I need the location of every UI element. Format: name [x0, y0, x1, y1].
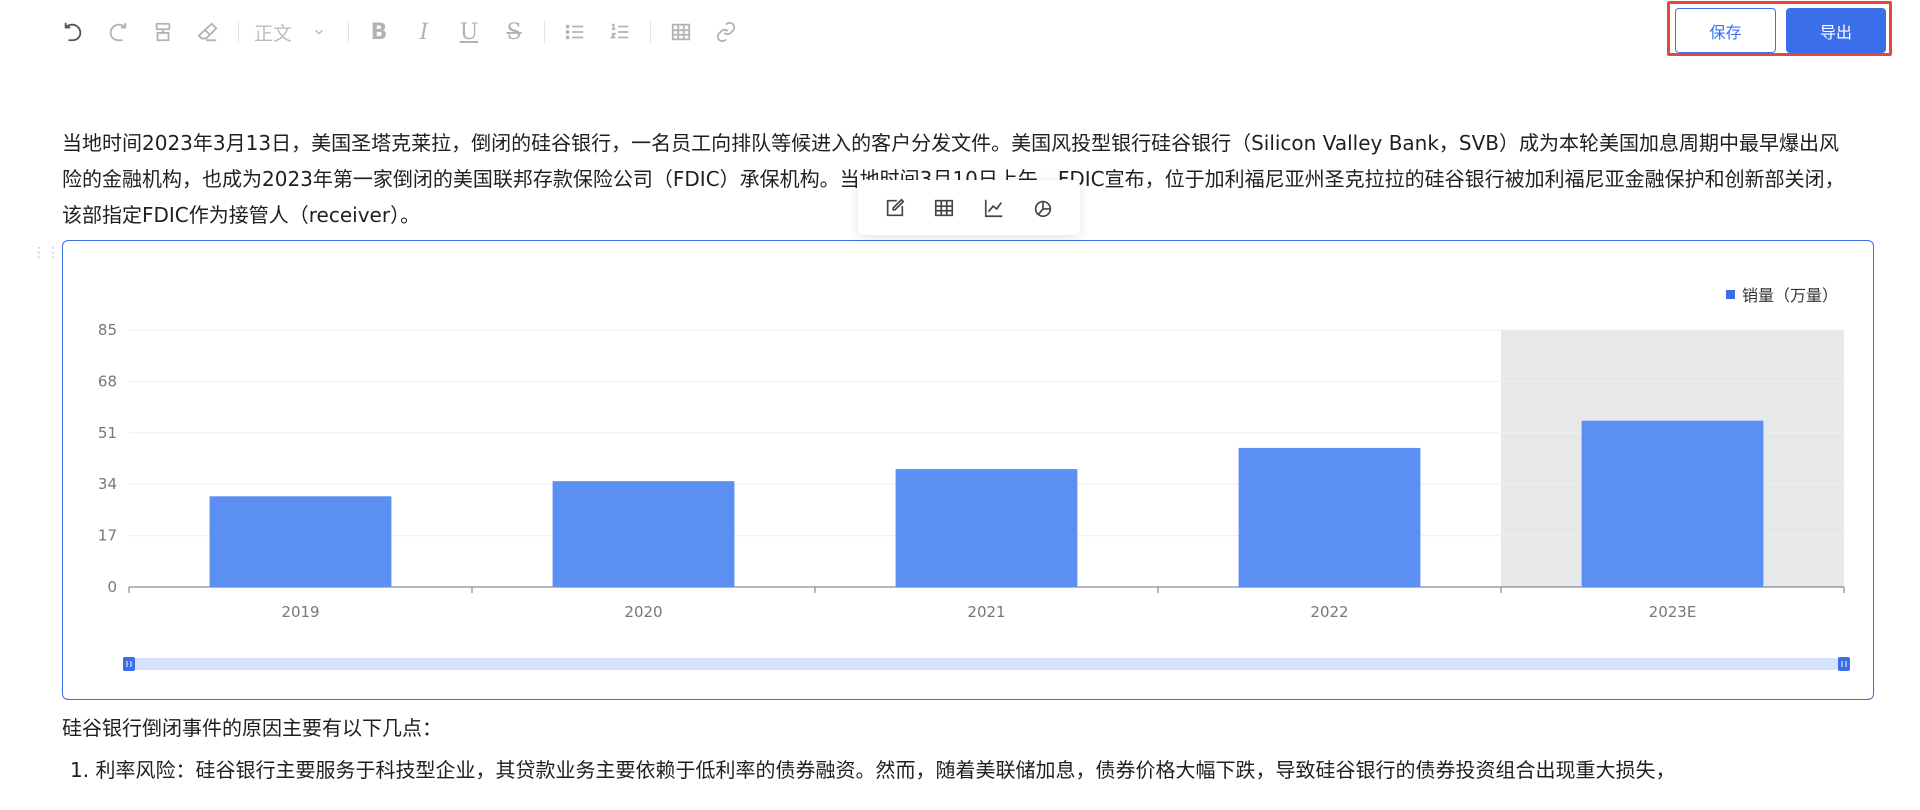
- bar: [1238, 447, 1421, 587]
- legend-label: 销量（万量）: [1742, 286, 1838, 305]
- x-tick-label: 2021: [967, 603, 1005, 621]
- pie-chart-icon[interactable]: [1030, 195, 1056, 221]
- toolbar-divider: [544, 21, 546, 43]
- bar: [209, 496, 392, 587]
- link-icon[interactable]: [711, 17, 741, 47]
- x-tick-label: 2020: [624, 603, 662, 621]
- numbered-list-icon[interactable]: [605, 17, 635, 47]
- zoom-slider-track: [129, 658, 1844, 670]
- y-tick-label: 85: [98, 321, 117, 339]
- bar: [1581, 420, 1764, 587]
- bar: [552, 481, 735, 587]
- toolbar-divider: [650, 21, 652, 43]
- format-painter-icon[interactable]: [148, 17, 178, 47]
- redo-icon[interactable]: [103, 17, 133, 47]
- legend-marker: [1725, 290, 1735, 299]
- y-tick-label: 34: [98, 475, 117, 493]
- save-button[interactable]: 保存: [1675, 8, 1776, 53]
- table-icon[interactable]: [931, 195, 957, 221]
- y-tick-label: 0: [107, 578, 117, 596]
- edit-icon[interactable]: [882, 195, 908, 221]
- zoom-slider-handle: [1838, 657, 1850, 671]
- drag-handle-icon[interactable]: ⋮⋮: [32, 246, 60, 260]
- undo-icon[interactable]: [58, 17, 88, 47]
- line-chart-icon[interactable]: [981, 195, 1007, 221]
- editor-toolbar: 正文 B I U S: [58, 16, 756, 48]
- italic-icon[interactable]: I: [409, 17, 439, 47]
- block-style-value: 正文: [254, 22, 293, 45]
- export-button[interactable]: 导出: [1786, 8, 1886, 53]
- y-tick-label: 17: [98, 527, 117, 545]
- underline-icon[interactable]: U: [454, 17, 484, 47]
- x-tick-label: 2022: [1310, 603, 1348, 621]
- chart-floating-toolbar: [858, 180, 1080, 235]
- eraser-icon[interactable]: [193, 17, 223, 47]
- reason-list-item[interactable]: 1. 利率风险：硅谷银行主要服务于科技型企业，其贷款业务主要依赖于低利率的债券融…: [70, 752, 1865, 788]
- bullet-list-icon[interactable]: [560, 17, 590, 47]
- toolbar-divider: [348, 21, 350, 43]
- y-tick-label: 51: [98, 424, 117, 442]
- bar-chart: 0 17 34 51 68 85 2019 2020 2021 2022 2023E 销量（万量）: [98, 286, 1850, 671]
- toolbar-divider: [238, 21, 239, 43]
- strikethrough-icon[interactable]: S: [499, 17, 529, 47]
- table-icon[interactable]: [666, 17, 696, 47]
- chart-block[interactable]: 0 17 34 51 68 85 2019 2020 2021 2022 2023E 销量（万量）: [62, 240, 1874, 700]
- x-tick-label: 2023E: [1649, 603, 1697, 621]
- zoom-slider-handle: [123, 657, 135, 671]
- bar: [895, 469, 1078, 587]
- bold-icon[interactable]: B: [364, 17, 394, 47]
- y-tick-label: 68: [98, 372, 117, 390]
- block-style-select[interactable]: 正文: [254, 19, 326, 46]
- chevron-down-icon: [315, 29, 324, 35]
- reasons-heading[interactable]: 硅谷银行倒闭事件的原因主要有以下几点：: [62, 710, 1857, 746]
- x-tick-label: 2019: [281, 603, 319, 621]
